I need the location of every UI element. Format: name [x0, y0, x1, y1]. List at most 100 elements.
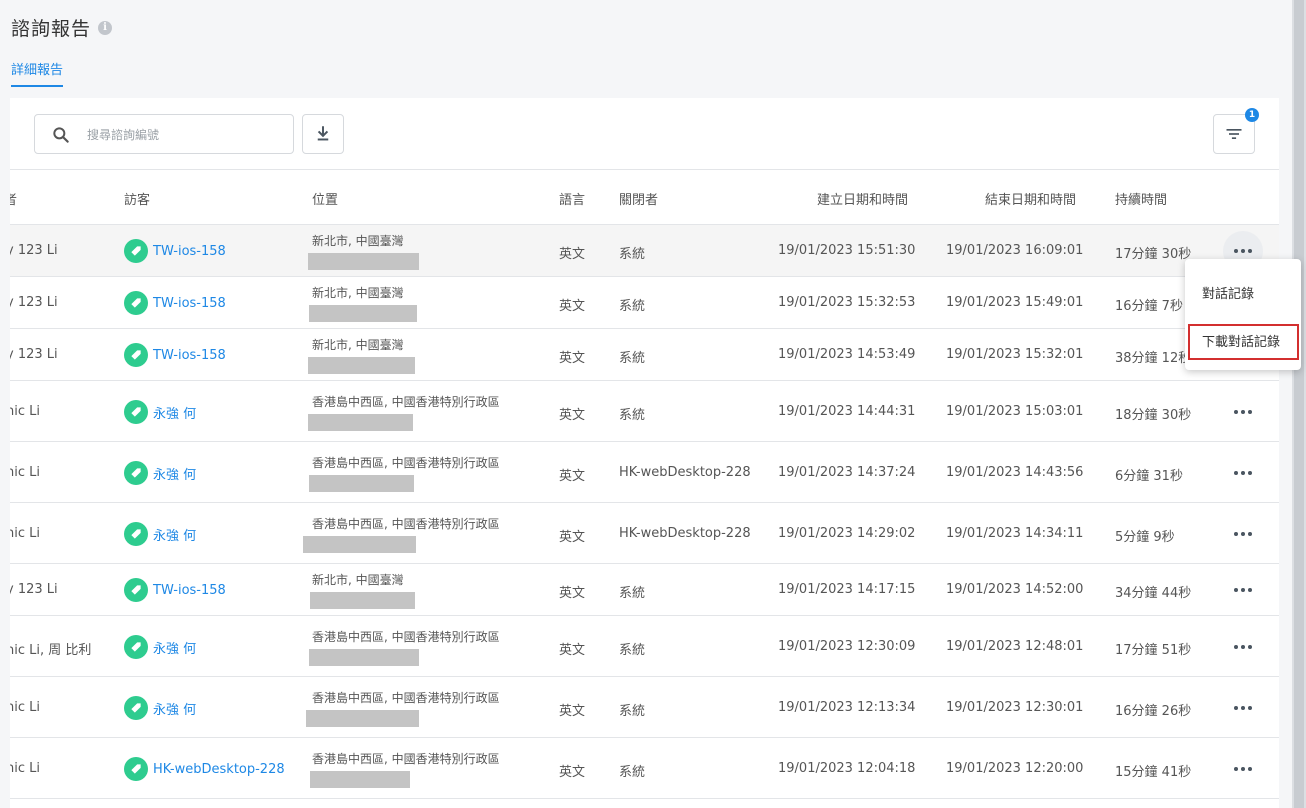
table-row[interactable]: y 123 Li TW-ios-158 新北市, 中國臺灣 英文 系統 19/0…: [10, 564, 1279, 616]
location-text: 香港島中西區, 中國香港特別行政區: [312, 395, 500, 409]
table-row[interactable]: y 123 Li TW-ios-158 新北市, 中國臺灣 英文 系統 19/0…: [10, 225, 1279, 277]
cell-end-time: 19/01/2023 16:09:01: [946, 243, 1084, 258]
visitor-link[interactable]: 永強 何: [124, 461, 196, 485]
visitor-link[interactable]: TW-ios-158: [124, 239, 226, 263]
visitor-tag-icon: [124, 291, 148, 315]
cell-agent: y 123 Li: [10, 582, 58, 597]
cell-closer: 系統: [619, 704, 646, 719]
table-row[interactable]: nic Li HK-webDesktop-228 香港島中西區, 中國香港特別行…: [10, 738, 1279, 799]
table-row[interactable]: nic Li 永強 何 香港島中西區, 中國香港特別行政區 英文 HK-webD…: [10, 503, 1279, 564]
cell-start-time: 19/01/2023 14:37:24: [778, 465, 916, 480]
cell-location: 新北市, 中國臺灣: [310, 571, 415, 609]
visitor-tag-icon: [124, 522, 148, 546]
cell-end-time: 19/01/2023 15:03:01: [946, 404, 1084, 419]
tab-detail-report[interactable]: 詳細報告: [11, 59, 64, 87]
visitor-link[interactable]: TW-ios-158: [124, 578, 226, 602]
cell-end-time: 19/01/2023 12:30:01: [946, 700, 1084, 715]
cell-end-time: 19/01/2023 15:32:01: [946, 347, 1084, 362]
visitor-link[interactable]: TW-ios-158: [124, 343, 226, 367]
redacted-block: [308, 253, 419, 270]
visitor-name[interactable]: TW-ios-158: [153, 296, 226, 311]
table-row[interactable]: nic Li 永強 何 香港島中西區, 中國香港特別行政區 英文 系統 19/0…: [10, 677, 1279, 738]
column-header-agent[interactable]: 者: [10, 189, 17, 208]
visitor-link[interactable]: 永強 何: [124, 522, 196, 546]
toolbar: 1: [10, 98, 1279, 170]
download-button[interactable]: [302, 114, 344, 154]
filter-count-badge: 1: [1245, 108, 1259, 122]
visitor-link[interactable]: 永強 何: [124, 696, 196, 720]
cell-location: 新北市, 中國臺灣: [308, 336, 415, 374]
search-icon: [53, 127, 69, 143]
cell-agent: nic Li: [10, 526, 40, 541]
table-row[interactable]: nic Li, 周 比利 永強 何 香港島中西區, 中國香港特別行政區 英文 系…: [10, 616, 1279, 677]
report-card: 1 者 訪客 位置 語言 關閉者 建立日期和時間 結束日期和時間 持續時間 y …: [10, 98, 1279, 808]
visitor-name[interactable]: TW-ios-158: [153, 583, 226, 598]
cell-language: 英文: [559, 351, 586, 366]
column-header-closer[interactable]: 關閉者: [619, 189, 658, 208]
visitor-tag-icon: [124, 578, 148, 602]
more-options-button[interactable]: [1223, 749, 1263, 789]
cell-duration: 18分鐘 30秒: [1115, 408, 1192, 423]
filter-icon: [1226, 129, 1242, 139]
more-options-button[interactable]: [1223, 627, 1263, 667]
column-header-location[interactable]: 位置: [312, 189, 338, 208]
cell-duration: 38分鐘 12秒: [1115, 351, 1192, 366]
column-header-language[interactable]: 語言: [559, 189, 585, 208]
more-options-button[interactable]: [1223, 514, 1263, 554]
visitor-name[interactable]: 永強 何: [153, 525, 196, 544]
column-header-visitor[interactable]: 訪客: [124, 189, 150, 208]
column-header-duration[interactable]: 持續時間: [1115, 189, 1167, 208]
search-input[interactable]: [87, 124, 282, 146]
more-dots-icon: [1234, 706, 1252, 710]
visitor-name[interactable]: 永強 何: [153, 403, 196, 422]
cell-agent: nic Li: [10, 761, 40, 776]
cell-closer: 系統: [619, 247, 646, 262]
more-options-button[interactable]: [1223, 570, 1263, 610]
table-row[interactable]: y 123 Li TW-ios-158 新北市, 中國臺灣 英文 系統 19/0…: [10, 329, 1279, 381]
scrollbar-thumb[interactable]: [1294, 0, 1304, 808]
more-dots-icon: [1234, 471, 1252, 475]
cell-closer: HK-webDesktop-228: [619, 465, 751, 480]
cell-language: 英文: [559, 704, 586, 719]
more-options-button[interactable]: [1223, 453, 1263, 493]
visitor-name[interactable]: 永強 何: [153, 638, 196, 657]
location-text: 香港島中西區, 中國香港特別行政區: [312, 691, 500, 705]
visitor-name[interactable]: 永強 何: [153, 464, 196, 483]
visitor-link[interactable]: HK-webDesktop-228: [124, 757, 285, 781]
redacted-block: [309, 305, 417, 322]
cell-agent: y 123 Li: [10, 243, 58, 258]
cell-duration: 16分鐘 7秒: [1115, 299, 1183, 314]
cell-agent: nic Li, 周 比利: [10, 643, 92, 658]
cell-start-time: 19/01/2023 14:44:31: [778, 404, 916, 419]
visitor-name[interactable]: 永強 何: [153, 699, 196, 718]
cell-end-time: 19/01/2023 14:43:56: [946, 465, 1084, 480]
redacted-block: [308, 414, 413, 431]
download-icon: [317, 126, 329, 141]
visitor-link[interactable]: TW-ios-158: [124, 291, 226, 315]
table-row[interactable]: y 123 Li TW-ios-158 新北市, 中國臺灣 英文 系統 19/0…: [10, 277, 1279, 329]
search-box[interactable]: [34, 114, 294, 154]
row-context-menu: 對話記錄 下載對話記錄: [1185, 259, 1301, 370]
info-icon[interactable]: i: [98, 20, 113, 35]
table-row[interactable]: nic Li 永強 何 香港島中西區, 中國香港特別行政區 英文 系統 19/0…: [10, 381, 1279, 442]
visitor-tag-icon: [124, 400, 148, 424]
more-options-button[interactable]: [1223, 688, 1263, 728]
cell-agent: nic Li: [10, 465, 40, 480]
cell-location: 新北市, 中國臺灣: [309, 284, 417, 322]
visitor-name[interactable]: TW-ios-158: [153, 348, 226, 363]
visitor-tag-icon: [124, 461, 148, 485]
visitor-name[interactable]: TW-ios-158: [153, 244, 226, 259]
visitor-tag-icon: [124, 635, 148, 659]
column-header-start-time[interactable]: 建立日期和時間: [817, 189, 908, 208]
column-header-end-time[interactable]: 結束日期和時間: [985, 189, 1076, 208]
cell-duration: 16分鐘 26秒: [1115, 704, 1192, 719]
visitor-link[interactable]: 永強 何: [124, 635, 196, 659]
visitor-tag-icon: [124, 757, 148, 781]
more-options-button[interactable]: [1223, 392, 1263, 432]
cell-language: 英文: [559, 586, 586, 601]
menu-item-chat-log[interactable]: 對話記錄: [1202, 283, 1254, 302]
table-row[interactable]: nic Li 永強 何 香港島中西區, 中國香港特別行政區 英文 HK-webD…: [10, 442, 1279, 503]
visitor-link[interactable]: 永強 何: [124, 400, 196, 424]
menu-item-download-chat-log[interactable]: 下載對話記錄: [1202, 331, 1280, 350]
visitor-name[interactable]: HK-webDesktop-228: [153, 762, 285, 777]
